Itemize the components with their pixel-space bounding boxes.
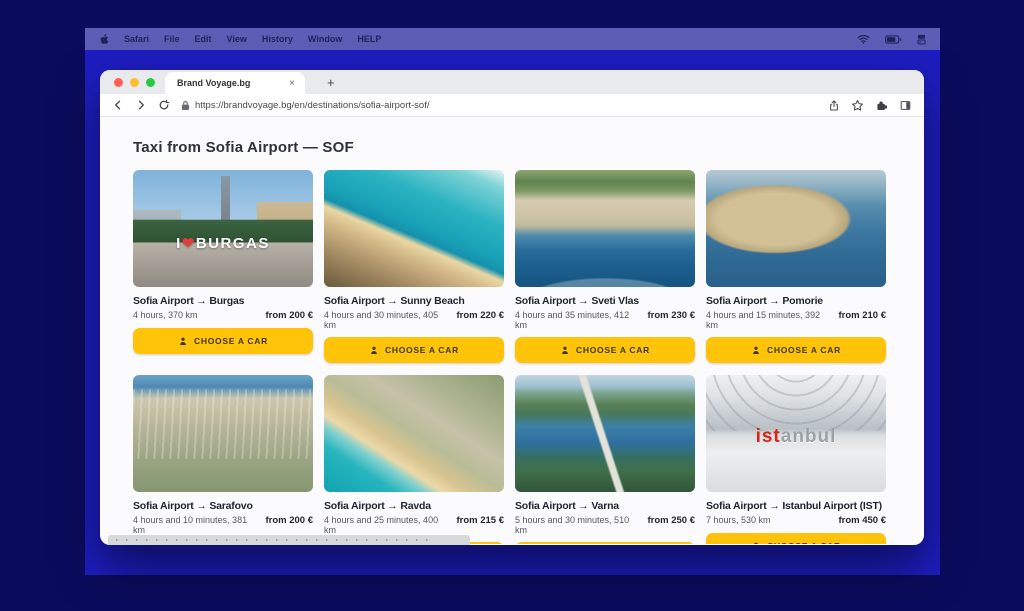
close-window-button[interactable]: [114, 78, 123, 87]
driver-icon: [751, 345, 761, 356]
route-title: Sofia Airport → Istanbul Airport (IST): [706, 500, 886, 512]
destination-card-sarafovo: Sofia Airport → Sarafovo 4 hours and 10 …: [133, 375, 313, 544]
window-controls: [100, 70, 165, 94]
address-bar: https://brandvoyage.bg/en/destinations/s…: [100, 94, 924, 117]
route-title: Sofia Airport → Sarafovo: [133, 500, 313, 512]
desktop: Safari File Edit View History Window HEL…: [85, 28, 940, 575]
burgas-sign-text: I❤BURGAS: [133, 234, 313, 252]
destination-image-ravda[interactable]: [324, 375, 504, 492]
route-details: 4 hours and 15 minutes, 392 km: [706, 310, 832, 330]
tab-title: Brand Voyage.bg: [177, 78, 287, 88]
route-details: 5 hours and 30 minutes, 510 km: [515, 515, 641, 535]
destination-image-istanbul[interactable]: istanbul: [706, 375, 886, 492]
reload-icon[interactable]: [158, 99, 170, 111]
route-title: Sofia Airport → Sunny Beach: [324, 295, 504, 307]
choose-car-button[interactable]: CHOOSE A CAR: [133, 328, 313, 354]
destination-image-sarafovo[interactable]: [133, 375, 313, 492]
destination-image-sunny-beach[interactable]: [324, 170, 504, 287]
lock-icon: [181, 100, 190, 111]
route-details: 4 hours, 370 km: [133, 310, 198, 320]
destination-image-sveti-vlas[interactable]: [515, 170, 695, 287]
destination-card-sunny-beach: Sofia Airport → Sunny Beach 4 hours and …: [324, 170, 504, 363]
extensions-puzzle-icon[interactable]: [875, 99, 888, 112]
sidebar-toggle-icon[interactable]: [899, 99, 912, 112]
route-details: 4 hours and 25 minutes, 400 km: [324, 515, 450, 535]
route-price: from 450 €: [838, 515, 886, 526]
tab-strip: Brand Voyage.bg × +: [100, 70, 924, 94]
destination-card-varna: Sofia Airport → Varna 5 hours and 30 min…: [515, 375, 695, 544]
choose-car-button[interactable]: CHOOSE A CAR: [706, 533, 886, 544]
route-title: Sofia Airport → Pomorie: [706, 295, 886, 307]
wifi-icon[interactable]: [857, 34, 870, 44]
choose-car-button[interactable]: CHOOSE A CAR: [515, 542, 695, 544]
choose-car-button[interactable]: CHOOSE A CAR: [324, 337, 504, 363]
driver-icon: [178, 336, 188, 347]
choose-car-button[interactable]: CHOOSE A CAR: [515, 337, 695, 363]
destination-image-varna[interactable]: [515, 375, 695, 492]
istanbul-sign-text: istanbul: [706, 426, 886, 448]
back-icon[interactable]: [112, 99, 124, 111]
share-icon[interactable]: [828, 99, 840, 112]
driver-icon: [369, 345, 379, 356]
menu-item-file[interactable]: File: [164, 34, 180, 44]
route-details: 4 hours and 30 minutes, 405 km: [324, 310, 450, 330]
battery-icon[interactable]: [885, 35, 902, 44]
destination-card-sveti-vlas: Sofia Airport → Sveti Vlas 4 hours and 3…: [515, 170, 695, 363]
route-price: from 215 €: [456, 515, 504, 526]
route-details: 7 hours, 530 km: [706, 515, 771, 525]
menu-item-edit[interactable]: Edit: [195, 34, 212, 44]
tab-brand-voyage[interactable]: Brand Voyage.bg ×: [165, 72, 305, 94]
route-price: from 210 €: [838, 310, 886, 321]
route-title: Sofia Airport → Varna: [515, 500, 695, 512]
route-price: from 250 €: [647, 515, 695, 526]
route-details: 4 hours and 10 minutes, 381 km: [133, 515, 259, 535]
route-price: from 200 €: [265, 310, 313, 321]
destination-card-pomorie: Sofia Airport → Pomorie 4 hours and 15 m…: [706, 170, 886, 363]
forward-icon[interactable]: [135, 99, 147, 111]
destination-card-istanbul: istanbul Sofia Airport → Istanbul Airpor…: [706, 375, 886, 544]
destination-grid: I❤BURGAS Sofia Airport → Burgas 4 hours,…: [133, 170, 891, 544]
new-tab-button[interactable]: +: [323, 72, 339, 94]
menu-item-safari[interactable]: Safari: [124, 34, 149, 44]
bookmark-star-icon[interactable]: [851, 99, 864, 112]
page-content: Taxi from Sofia Airport — SOF I❤BURGAS S…: [100, 117, 924, 544]
url-text: https://brandvoyage.bg/en/destinations/s…: [195, 100, 429, 111]
minimize-window-button[interactable]: [130, 78, 139, 87]
route-title: Sofia Airport → Sveti Vlas: [515, 295, 695, 307]
destination-image-pomorie[interactable]: [706, 170, 886, 287]
menu-item-view[interactable]: View: [227, 34, 247, 44]
destination-image-burgas[interactable]: I❤BURGAS: [133, 170, 313, 287]
zoom-window-button[interactable]: [146, 78, 155, 87]
browser-window: Brand Voyage.bg × +: [100, 70, 924, 545]
menu-bar: Safari File Edit View History Window HEL…: [85, 28, 940, 50]
route-title: Sofia Airport → Ravda: [324, 500, 504, 512]
route-title: Sofia Airport → Burgas: [133, 295, 313, 307]
route-price: from 200 €: [265, 515, 313, 526]
control-center-icon[interactable]: [917, 34, 926, 45]
route-price: from 230 €: [647, 310, 695, 321]
driver-icon: [751, 541, 761, 545]
route-details: 4 hours and 35 minutes, 412 km: [515, 310, 641, 330]
destination-card-ravda: Sofia Airport → Ravda 4 hours and 25 min…: [324, 375, 504, 544]
menu-item-history[interactable]: History: [262, 34, 293, 44]
heart-icon: ❤: [182, 235, 196, 252]
driver-icon: [560, 345, 570, 356]
close-tab-icon[interactable]: ×: [287, 78, 297, 89]
menu-item-window[interactable]: Window: [308, 34, 342, 44]
destination-card-burgas: I❤BURGAS Sofia Airport → Burgas 4 hours,…: [133, 170, 313, 363]
menu-item-help[interactable]: HELP: [357, 34, 381, 44]
screen: Safari File Edit View History Window HEL…: [0, 0, 1024, 611]
route-price: from 220 €: [456, 310, 504, 321]
horizontal-scrollbar[interactable]: [108, 535, 470, 545]
apple-menu-icon[interactable]: [99, 33, 109, 45]
page-title: Taxi from Sofia Airport — SOF: [133, 139, 891, 156]
url-field[interactable]: https://brandvoyage.bg/en/destinations/s…: [181, 100, 817, 111]
choose-car-button[interactable]: CHOOSE A CAR: [706, 337, 886, 363]
